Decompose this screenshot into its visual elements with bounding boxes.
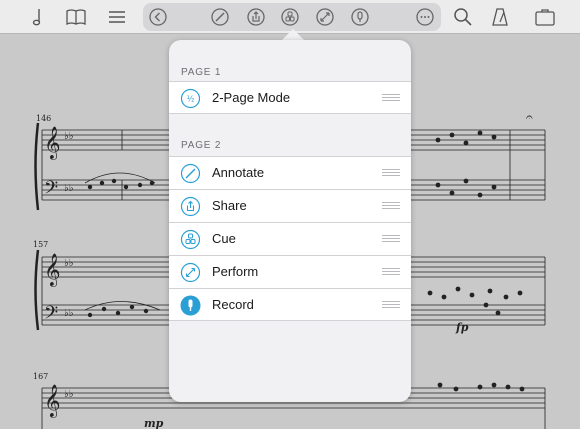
record-icon [180, 295, 201, 316]
svg-text:♭♭: ♭♭ [64, 308, 74, 319]
svg-text:♭♭: ♭♭ [64, 131, 74, 142]
menu-item-label: Record [212, 297, 254, 312]
svg-text:♭♭: ♭♭ [64, 389, 74, 400]
menu-item-label: Perform [212, 264, 259, 279]
measure-number: 167 [33, 372, 48, 381]
half-icon: ½ [180, 88, 201, 109]
music-note-icon[interactable] [25, 4, 51, 30]
reorder-handle-icon[interactable] [382, 268, 400, 277]
annotate-icon [180, 163, 201, 184]
menu-item-perform[interactable]: Perform [169, 255, 411, 288]
menu-item-label: 2-Page Mode [212, 90, 291, 105]
share-icon [180, 196, 201, 217]
menu-item-cue[interactable]: Cue [169, 222, 411, 255]
menu-item-annotate[interactable]: Annotate [169, 156, 411, 189]
cue-icon[interactable] [277, 4, 303, 30]
measure-number: 146 [36, 114, 51, 123]
svg-text:½: ½ [187, 95, 195, 104]
svg-text:𝄞: 𝄞 [44, 384, 61, 418]
menu-item-2-page-mode[interactable]: ½ 2-Page Mode [169, 81, 411, 114]
share-icon[interactable] [243, 4, 269, 30]
svg-text:𝄞: 𝄞 [44, 126, 61, 160]
search-icon[interactable] [450, 4, 476, 30]
list-icon[interactable] [104, 4, 130, 30]
svg-text:𝄢: 𝄢 [44, 303, 58, 328]
reorder-handle-icon[interactable] [382, 301, 400, 310]
perform-icon[interactable] [312, 4, 338, 30]
annotate-icon[interactable] [207, 4, 233, 30]
svg-text:𝄞: 𝄞 [44, 253, 61, 287]
tools-popover: PAGE 1 ½ 2-Page Mode PAGE 2 Annotate Sha… [169, 40, 411, 402]
book-icon[interactable] [63, 4, 89, 30]
menu-item-share[interactable]: Share [169, 189, 411, 222]
menu-item-record[interactable]: Record [169, 288, 411, 321]
reorder-handle-icon[interactable] [382, 94, 400, 103]
briefcase-icon[interactable] [532, 4, 558, 30]
reorder-handle-icon[interactable] [382, 169, 400, 178]
menu-item-label: Share [212, 198, 247, 213]
more-icon[interactable] [412, 4, 438, 30]
svg-text:♭♭: ♭♭ [64, 183, 74, 194]
measure-number: 157 [33, 240, 48, 249]
record-icon[interactable] [347, 4, 373, 30]
reorder-handle-icon[interactable] [382, 202, 400, 211]
section-header-page2: PAGE 2 [181, 140, 222, 151]
perform-icon [180, 262, 201, 283]
svg-text:♭♭: ♭♭ [64, 258, 74, 269]
back-arrow-icon[interactable] [145, 4, 171, 30]
dynamic-marking: mp [144, 417, 164, 429]
svg-text:𝄐: 𝄐 [526, 110, 533, 124]
svg-text:𝄢: 𝄢 [44, 178, 58, 203]
section-header-page1: PAGE 1 [181, 67, 222, 78]
menu-item-label: Annotate [212, 165, 265, 180]
menu-item-label: Cue [212, 231, 236, 246]
cue-icon [180, 229, 201, 250]
reorder-handle-icon[interactable] [382, 235, 400, 244]
dynamic-marking: fp [455, 321, 469, 334]
metronome-icon[interactable] [487, 4, 513, 30]
